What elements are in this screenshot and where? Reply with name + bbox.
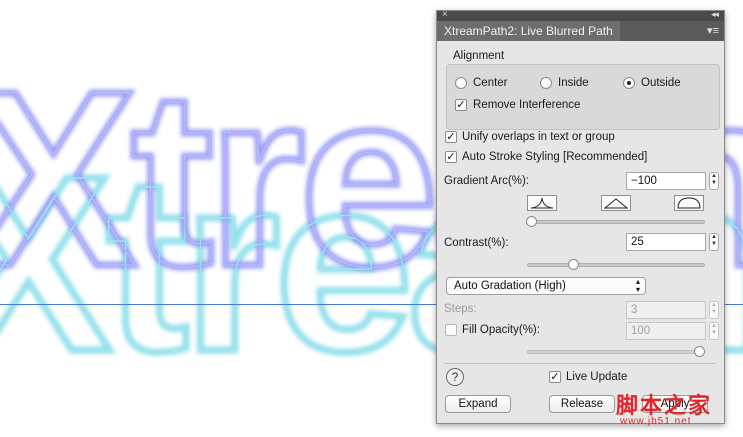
auto-stroke-label[interactable]: Auto Stroke Styling [Recommended] [462,151,647,163]
panel-divider [444,363,716,364]
radio-inside-label[interactable]: Inside [558,77,589,89]
help-icon[interactable]: ? [446,368,464,386]
auto-stroke-checkbox[interactable]: ✓ [445,151,457,163]
collapse-icon[interactable]: ◂◂ [711,9,719,20]
live-update-label[interactable]: Live Update [566,371,627,383]
close-icon[interactable]: × [442,9,448,20]
contrast-stepper[interactable]: ▲ ▼ [709,233,719,251]
panel-tab-bar: XtreamPath2: Live Blurred Path ▾≡ [437,21,724,41]
steps-field[interactable]: 3 [626,301,706,319]
release-button[interactable]: Release [549,395,615,413]
arc-peak-button[interactable] [527,195,557,211]
gradient-arc-slider-track[interactable] [527,220,705,224]
gradation-selected: Auto Gradation (High) [454,280,566,292]
contrast-slider-thumb[interactable] [568,259,579,270]
gradient-arc-label: Gradient Arc(%): [444,175,529,187]
contrast-label: Contrast(%): [444,237,509,249]
fill-opacity-slider-track[interactable] [527,350,705,354]
arc-round-icon [677,197,701,209]
gradient-arc-field[interactable]: −100 [626,172,706,190]
alignment-group [446,64,720,130]
tab-live-blurred-path[interactable]: XtreamPath2: Live Blurred Path [437,21,620,41]
panel-title-strip[interactable]: × ◂◂ [437,9,724,21]
fill-opacity-label[interactable]: Fill Opacity(%): [462,324,540,336]
site-watermark: 脚本之家 www.jb51.net [616,388,736,430]
fill-opacity-field[interactable]: 100 [626,322,706,340]
radio-inside[interactable] [540,77,552,89]
fill-opacity-stepper[interactable]: ▲ ▼ [709,322,719,340]
radio-center-label[interactable]: Center [473,77,508,89]
fill-opacity-checkbox[interactable] [445,324,457,336]
select-arrows-icon: ▴ ▾ [635,277,640,294]
alignment-heading: Alignment [453,50,505,62]
steps-stepper[interactable]: ▲ ▼ [709,301,719,319]
arc-triangle-button[interactable] [601,195,631,211]
contrast-slider-track[interactable] [527,263,705,267]
remove-interference-checkbox[interactable]: ✓ [455,99,467,111]
gradation-select[interactable]: Auto Gradation (High) ▴ ▾ [446,277,646,295]
unify-overlaps-checkbox[interactable]: ✓ [445,131,457,143]
unify-overlaps-label[interactable]: Unify overlaps in text or group [462,131,615,143]
radio-center[interactable] [455,77,467,89]
arc-round-button[interactable] [674,195,704,211]
xtreampath-panel: × ◂◂ XtreamPath2: Live Blurred Path ▾≡ A… [436,9,725,424]
radio-outside[interactable] [623,77,635,89]
steps-label: Steps: [444,303,477,315]
live-update-checkbox[interactable]: ✓ [549,371,561,383]
arc-peak-icon [530,197,554,209]
watermark-url: www.jb51.net [620,416,692,427]
panel-menu-icon[interactable]: ▾≡ [707,24,719,37]
gradient-arc-stepper[interactable]: ▲ ▼ [709,172,719,190]
contrast-field[interactable]: 25 [626,233,706,251]
remove-interference-label[interactable]: Remove Interference [473,99,580,111]
arc-triangle-icon [603,198,629,209]
expand-button[interactable]: Expand [445,395,511,413]
radio-outside-label[interactable]: Outside [641,77,681,89]
gradient-arc-slider-thumb[interactable] [526,216,537,227]
fill-opacity-slider-thumb[interactable] [694,346,705,357]
